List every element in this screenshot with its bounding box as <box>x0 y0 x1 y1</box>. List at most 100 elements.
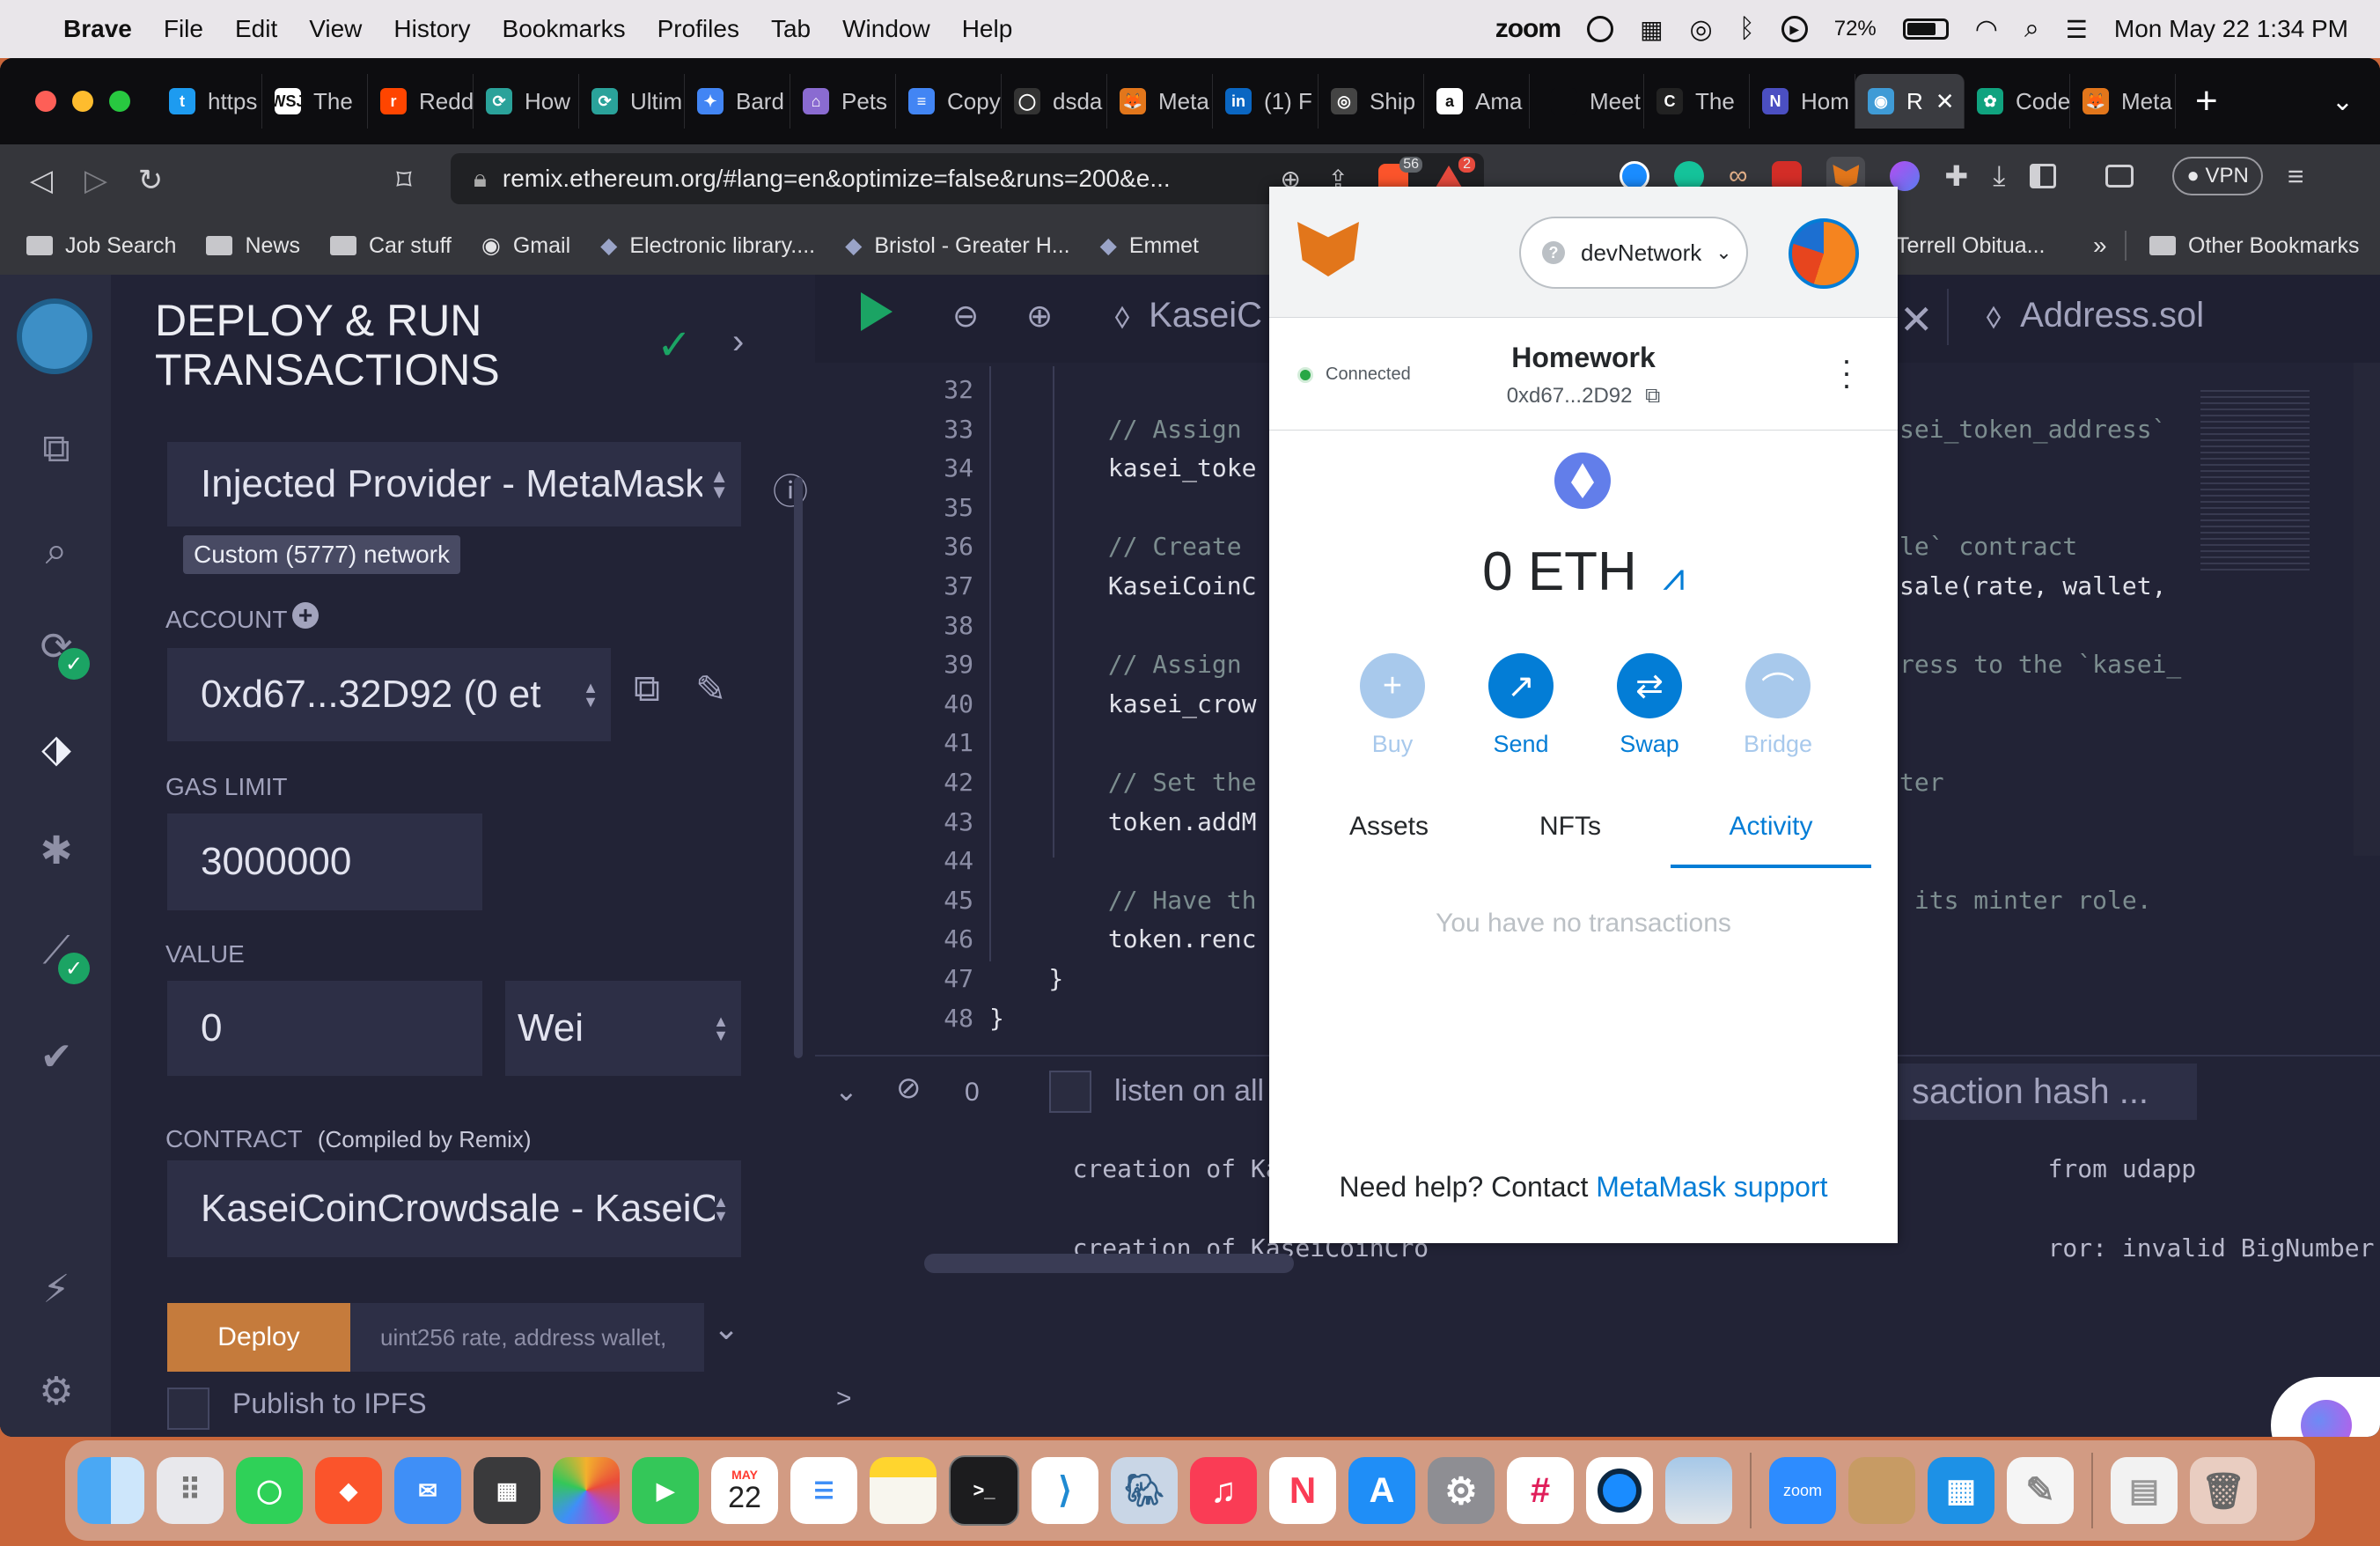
portfolio-chart-icon[interactable]: ⩘ <box>1663 556 1685 599</box>
slack-dock-icon[interactable]: # <box>1507 1457 1574 1524</box>
calendar-dock-icon[interactable]: MAY 22 <box>711 1457 778 1524</box>
control-center-icon[interactable]: ☰ <box>2066 15 2088 44</box>
postgres-dock-icon[interactable]: 🐘︎ <box>1111 1457 1178 1524</box>
wifi-icon[interactable]: ◠ <box>1975 14 1998 45</box>
solidity-compiler-icon[interactable]: ⟳ ✓ <box>28 618 90 680</box>
expand-params-chevron-icon[interactable]: ⌄ <box>713 1310 739 1347</box>
zoom-status-label[interactable]: zoom <box>1495 14 1561 44</box>
facetime-dock-icon[interactable]: ▶ <box>632 1457 699 1524</box>
menu-window[interactable]: Window <box>842 15 930 43</box>
account-options-icon[interactable]: · · · <box>1841 344 1852 401</box>
minimize-window-button[interactable] <box>72 91 93 112</box>
value-input[interactable]: 0 <box>167 981 482 1076</box>
zoom-in-icon[interactable]: ⊕ <box>1026 298 1053 335</box>
browser-tab[interactable]: N Hom <box>1750 74 1855 129</box>
battery-icon[interactable] <box>1902 18 1949 40</box>
browser-tab[interactable]: ◎ Ship <box>1319 74 1424 129</box>
browser-tab[interactable]: ⟳ Ultim <box>579 74 685 129</box>
url-text[interactable]: remix.ethereum.org/#lang=en&optimize=fal… <box>503 165 1171 193</box>
contract-select[interactable]: KaseiCoinCrowdsale - KaseiC ▲ ▼ <box>167 1160 741 1257</box>
bookmark-item[interactable]: Car stuff <box>329 233 452 259</box>
plugin-manager-icon[interactable]: ⚡︎ <box>28 1261 84 1317</box>
editor-scrollbar[interactable] <box>2354 363 2380 856</box>
copy-account-icon[interactable]: ⧉ <box>634 667 660 710</box>
tab-activity[interactable]: Activity <box>1671 794 1871 868</box>
system-settings-dock-icon[interactable]: ⚙ <box>1428 1457 1495 1524</box>
send-button[interactable]: ↗ Send <box>1468 653 1574 758</box>
zoom-window-button[interactable] <box>109 91 130 112</box>
menu-view[interactable]: View <box>309 15 362 43</box>
messages-dock-icon[interactable]: ◯ <box>236 1457 303 1524</box>
menu-help[interactable]: Help <box>962 15 1013 43</box>
downloads-icon[interactable]: ⤓ <box>1993 159 2005 193</box>
media-play-icon[interactable]: ▶ <box>1781 16 1808 42</box>
zoom-out-icon[interactable]: ⊖ <box>952 298 979 335</box>
vscode-dock-icon[interactable]: ⟩ <box>1032 1457 1098 1524</box>
extensions-puzzle-icon[interactable]: ✚ <box>1944 159 1968 193</box>
bookmark-page-icon[interactable]: ⌑ <box>377 163 431 198</box>
run-script-icon[interactable] <box>861 292 892 331</box>
console-prompt[interactable]: > <box>836 1384 852 1414</box>
unit-test-icon[interactable]: ✔ <box>28 1028 84 1085</box>
textedit-dock-icon[interactable]: ✎ <box>2007 1457 2074 1524</box>
music-dock-icon[interactable]: ♫ <box>1190 1457 1257 1524</box>
docker-dock-icon[interactable]: ▦ <box>1928 1457 1994 1524</box>
other-bookmarks-folder[interactable]: Other Bookmarks <box>2149 233 2360 259</box>
browser-tab[interactable]: C The <box>1644 74 1750 129</box>
vpn-button[interactable]: ● VPN <box>2172 157 2263 195</box>
sidebar-toggle-icon[interactable] <box>2030 164 2057 188</box>
deploy-run-icon[interactable]: ⬗ <box>28 720 84 777</box>
deploy-params-input[interactable]: uint256 rate, address wallet, <box>350 1303 704 1372</box>
account-avatar[interactable] <box>1789 218 1859 289</box>
close-window-button[interactable] <box>35 91 56 112</box>
tx-search-input[interactable]: saction hash ... <box>1898 1064 2197 1120</box>
calculator-dock-icon[interactable]: ▦ <box>474 1457 540 1524</box>
bookmark-terrell[interactable]: Terrell Obitua... <box>1896 233 2046 259</box>
bookmark-item[interactable]: ◆ Emmet <box>1100 232 1199 259</box>
menu-file[interactable]: File <box>164 15 203 43</box>
forward-icon[interactable]: ▷ <box>69 163 123 198</box>
gas-limit-input[interactable]: 3000000 <box>167 813 482 910</box>
more-bookmarks-chevron[interactable]: » <box>2093 232 2107 260</box>
network-selector[interactable]: ? devNetwork ⌄ <box>1519 217 1748 289</box>
browser-tab[interactable]: t https <box>157 74 262 129</box>
browser-tab[interactable]: ◉ R ✕ <box>1855 74 1965 129</box>
browser-tab[interactable]: ≡ Copy <box>896 74 1002 129</box>
preview-dock-icon[interactable] <box>1665 1457 1732 1524</box>
bookmark-item[interactable]: News <box>206 233 300 259</box>
reload-icon[interactable]: ↻ <box>123 163 178 198</box>
bookmark-item[interactable]: ◆ Bristol - Greater H... <box>845 232 1070 259</box>
account-name[interactable]: Homework <box>1269 342 1898 374</box>
menu-tab[interactable]: Tab <box>771 15 811 43</box>
value-unit-select[interactable]: Wei ▲ ▼ <box>505 981 741 1076</box>
photos-dock-icon[interactable] <box>553 1457 620 1524</box>
add-account-icon[interactable]: + <box>292 602 319 629</box>
collapse-terminal-icon[interactable]: ⌄ <box>834 1074 858 1108</box>
browser-tab[interactable]: ✦ Bard <box>685 74 790 129</box>
code-minimap[interactable] <box>2200 386 2310 571</box>
menu-edit[interactable]: Edit <box>235 15 277 43</box>
trash-dock-icon[interactable]: 🗑︎ <box>2190 1457 2257 1524</box>
bookmark-item[interactable]: ◉ Gmail <box>481 232 570 259</box>
menu-bookmarks[interactable]: Bookmarks <box>503 15 626 43</box>
mail-dock-icon[interactable]: ✉ <box>394 1457 461 1524</box>
account-select[interactable]: 0xd67...32D92 (0 et ▲ ▼ <box>167 648 611 741</box>
browser-tab[interactable]: ⟳ How <box>474 74 579 129</box>
bluetooth-icon[interactable]: ᛒ <box>1739 14 1755 44</box>
analysis-icon[interactable]: ⟋ ✓ <box>28 923 90 984</box>
onepassword-status-icon[interactable] <box>1587 16 1614 42</box>
browser-tab[interactable]: ✿ Code <box>1965 74 2070 129</box>
lock-icon[interactable]: 🔒︎ <box>474 165 487 194</box>
back-icon[interactable]: ◁ <box>14 163 69 198</box>
tab-search-chevron-icon[interactable]: ⌄ <box>2332 86 2354 117</box>
account-address-copy[interactable]: 0xd67...2D92 ⧉ <box>1269 384 1898 409</box>
browser-tab[interactable]: in (1) F <box>1213 74 1319 129</box>
search-icon[interactable]: ⌕ <box>28 523 84 579</box>
menubar-clock[interactable]: Mon May 22 1:34 PM <box>2114 15 2348 43</box>
environment-select[interactable]: Injected Provider - MetaMask ▲ ▼ <box>167 442 741 526</box>
finder-dock-icon[interactable] <box>77 1457 144 1524</box>
menu-app-name[interactable]: Brave <box>63 15 132 43</box>
bridge-button[interactable]: ⌒ Bridge <box>1725 653 1831 758</box>
menu-history[interactable]: History <box>393 15 470 43</box>
brave-dock-icon[interactable]: ◆ <box>315 1457 382 1524</box>
